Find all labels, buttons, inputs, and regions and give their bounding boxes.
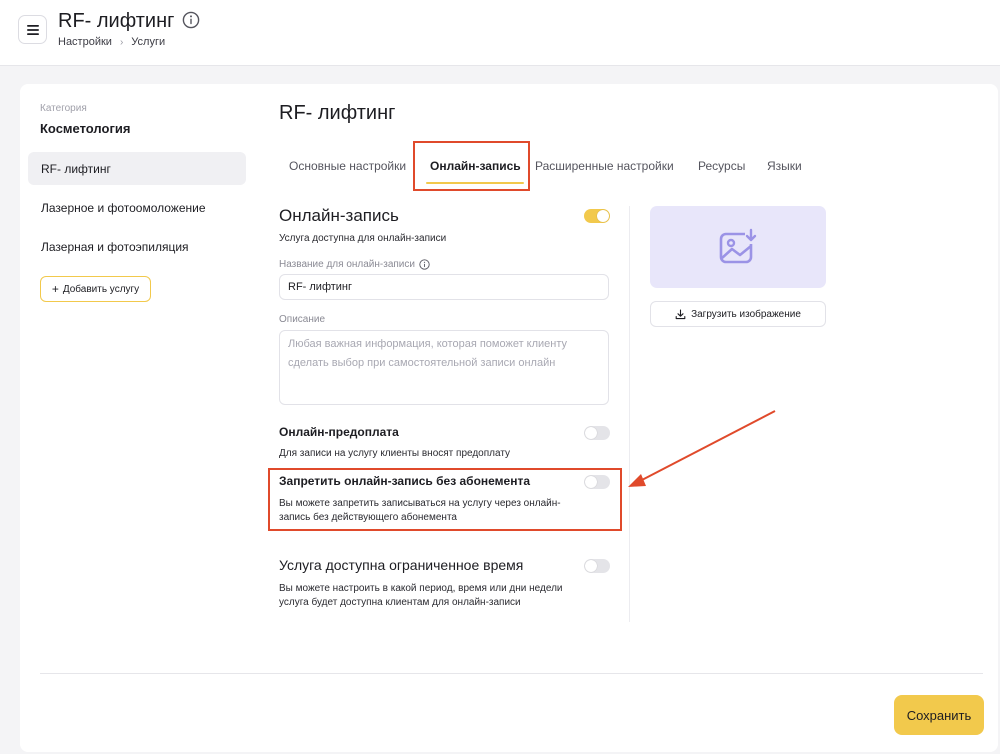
menu-button[interactable] [18, 15, 47, 44]
limited-time-toggle[interactable] [584, 559, 610, 573]
category-name: Косметология [40, 121, 131, 136]
upload-image-button[interactable]: Загрузить изображение [650, 301, 826, 327]
booking-name-input[interactable]: RF- лифтинг [279, 274, 609, 300]
prepayment-toggle[interactable] [584, 426, 610, 440]
service-title: RF- лифтинг [279, 102, 396, 124]
plus-icon: + [51, 282, 59, 296]
booking-name-label-text: Название для онлайн-записи [279, 259, 415, 270]
limited-time-description: Вы можете настроить в какой период, врем… [279, 583, 563, 608]
chevron-right-icon: › [119, 36, 124, 48]
tab-advanced-settings[interactable]: Расширенные настройки [535, 150, 674, 182]
booking-name-value: RF- лифтинг [288, 281, 353, 293]
top-bar: RF- лифтинг Настройки › Услуги [0, 0, 1000, 66]
save-button-label: Сохранить [906, 707, 972, 723]
category-label: Категория [40, 103, 87, 114]
add-service-button[interactable]: + Добавить услугу [40, 276, 151, 302]
hamburger-icon [26, 24, 39, 35]
toggle-knob [597, 210, 609, 222]
sidebar-item-label: Лазерная и фотоэпиляция [41, 239, 189, 254]
breadcrumb-item-services[interactable]: Услуги [131, 36, 165, 48]
online-booking-subtitle: Услуга доступна для онлайн-записи [279, 233, 447, 244]
upload-image-label: Загрузить изображение [691, 308, 801, 320]
annotation-highlight-tab [413, 141, 530, 191]
download-icon [675, 308, 686, 319]
sidebar: Категория Косметология RF- лифтинг Лазер… [20, 84, 256, 672]
breadcrumb-item-settings[interactable]: Настройки [58, 36, 112, 48]
description-label: Описание [279, 314, 326, 325]
tab-main-settings[interactable]: Основные настройки [289, 150, 406, 182]
sidebar-item-label: RF- лифтинг [41, 161, 111, 176]
sidebar-item-laser-epilation[interactable]: Лазерная и фотоэпиляция [28, 230, 246, 263]
column-divider [629, 206, 630, 622]
image-download-icon [719, 228, 757, 264]
limited-time-title: Услуга доступна ограниченное время [279, 557, 524, 573]
page-title: RF- лифтинг [58, 10, 175, 32]
annotation-highlight-box [268, 468, 622, 531]
toggle-knob [585, 427, 597, 439]
online-booking-toggle[interactable] [584, 209, 610, 223]
image-placeholder[interactable] [650, 206, 826, 288]
save-button[interactable]: Сохранить [894, 695, 984, 735]
prepayment-title: Онлайн-предоплата [279, 425, 399, 439]
prepayment-description: Для записи на услугу клиенты вносят пред… [279, 448, 511, 459]
add-service-label: Добавить услугу [62, 283, 140, 295]
description-textarea[interactable]: Любая важная информация, которая поможет… [279, 330, 609, 405]
tab-resources[interactable]: Ресурсы [698, 150, 745, 182]
footer-divider [40, 673, 983, 674]
sidebar-item-rf-lifting[interactable]: RF- лифтинг [28, 152, 246, 185]
info-icon[interactable] [419, 259, 430, 270]
online-booking-title: Онлайн-запись [279, 206, 399, 225]
sidebar-item-label: Лазерное и фотоомоложение [41, 200, 206, 215]
sidebar-item-laser-rejuvenation[interactable]: Лазерное и фотоомоложение [28, 191, 246, 224]
breadcrumb: Настройки › Услуги [58, 36, 165, 48]
toggle-knob [585, 560, 597, 572]
tab-languages[interactable]: Языки [767, 150, 802, 182]
booking-name-label: Название для онлайн-записи [279, 259, 430, 270]
info-icon[interactable] [182, 11, 200, 29]
